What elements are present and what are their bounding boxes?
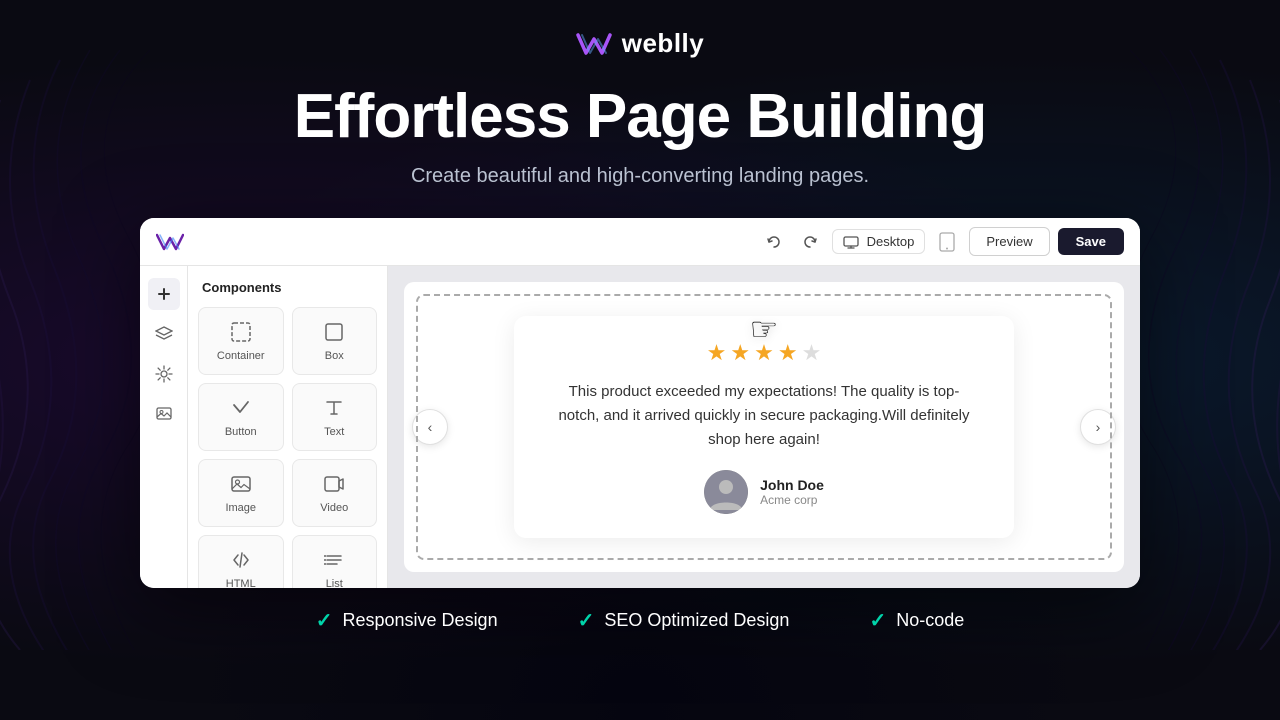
component-video[interactable]: Video — [292, 459, 378, 527]
image-label: Image — [225, 502, 256, 514]
features-bar: ✓ Responsive Design ✓ SEO Optimized Desi… — [316, 608, 965, 643]
video-label: Video — [320, 502, 348, 514]
weblly-logo-icon — [576, 29, 612, 59]
text-component-icon — [322, 396, 346, 420]
component-text[interactable]: Text — [292, 383, 378, 451]
feature-responsive: ✓ Responsive Design — [316, 608, 498, 633]
toolbar-controls: Desktop Preview Save — [760, 227, 1124, 256]
feature-text-3: No-code — [896, 610, 964, 631]
html-component-icon — [229, 548, 253, 572]
list-component-icon — [322, 548, 346, 572]
save-button[interactable]: Save — [1058, 228, 1124, 255]
media-icon[interactable] — [148, 398, 180, 430]
box-icon — [322, 320, 346, 344]
author-name: John Doe — [760, 477, 824, 493]
author-info: John Doe Acme corp — [760, 477, 824, 507]
html-label: HTML — [226, 578, 256, 588]
components-panel: Components Container — [188, 266, 388, 588]
check-icon-1: ✓ — [316, 608, 333, 633]
toolbar-logo — [156, 231, 184, 253]
image-component-icon — [229, 472, 253, 496]
panel-title: Components — [198, 280, 377, 295]
device-selector[interactable]: Desktop — [832, 229, 926, 254]
canvas-content: ☞ ‹ ★ ★ ★ ★ ★ — [404, 282, 1124, 572]
button-component-icon — [229, 396, 253, 420]
author-company: Acme corp — [760, 493, 824, 507]
video-component-icon — [322, 472, 346, 496]
star-5: ★ — [802, 340, 822, 366]
component-image[interactable]: Image — [198, 459, 284, 527]
component-box[interactable]: Box — [292, 307, 378, 375]
check-icon-2: ✓ — [578, 608, 595, 633]
carousel-next-button[interactable]: › — [1080, 409, 1116, 445]
container-label: Container — [217, 350, 265, 362]
icon-rail — [140, 266, 188, 588]
hero-title: Effortless Page Building — [294, 83, 987, 151]
list-label: List — [326, 578, 343, 588]
brand-name: weblly — [622, 28, 704, 59]
author-avatar — [704, 470, 748, 514]
component-button[interactable]: Button — [198, 383, 284, 451]
text-label: Text — [324, 426, 344, 438]
carousel-prev-button[interactable]: ‹ — [412, 409, 448, 445]
feature-text-1: Responsive Design — [343, 610, 498, 631]
undo-button[interactable] — [760, 228, 788, 256]
feature-nocode: ✓ No-code — [869, 608, 964, 633]
feature-seo: ✓ SEO Optimized Design — [578, 608, 790, 633]
component-html[interactable]: HTML — [198, 535, 284, 588]
builder-body: Components Container — [140, 266, 1140, 588]
canvas-area: ☞ ‹ ★ ★ ★ ★ ★ — [388, 266, 1140, 588]
check-icon-3: ✓ — [869, 608, 886, 633]
feature-text-2: SEO Optimized Design — [604, 610, 789, 631]
component-grid: Container Box — [198, 307, 377, 588]
redo-button[interactable] — [796, 228, 824, 256]
logo-bar: weblly — [576, 28, 704, 59]
testimonial-author: John Doe Acme corp — [550, 470, 978, 514]
device-label: Desktop — [867, 234, 915, 249]
box-label: Box — [325, 350, 344, 362]
hero-subtitle: Create beautiful and high-converting lan… — [411, 165, 869, 188]
star-2: ★ — [730, 340, 750, 366]
add-component-icon[interactable] — [148, 278, 180, 310]
cursor-hand-icon: ☞ — [750, 310, 779, 348]
toolbar: Desktop Preview Save — [140, 218, 1140, 266]
container-icon — [229, 320, 253, 344]
star-1: ★ — [707, 340, 727, 366]
component-container[interactable]: Container — [198, 307, 284, 375]
star-4: ★ — [778, 340, 798, 366]
tablet-view-button[interactable] — [933, 228, 961, 256]
page-content: weblly Effortless Page Building Create b… — [0, 0, 1280, 720]
settings-icon[interactable] — [148, 358, 180, 390]
button-label: Button — [225, 426, 257, 438]
builder-window: Desktop Preview Save — [140, 218, 1140, 588]
testimonial-card: ★ ★ ★ ★ ★ This product exceeded my expec… — [514, 316, 1014, 538]
testimonial-text: This product exceeded my expectations! T… — [550, 380, 978, 452]
layers-icon[interactable] — [148, 318, 180, 350]
preview-button[interactable]: Preview — [969, 227, 1049, 256]
component-list[interactable]: List — [292, 535, 378, 588]
